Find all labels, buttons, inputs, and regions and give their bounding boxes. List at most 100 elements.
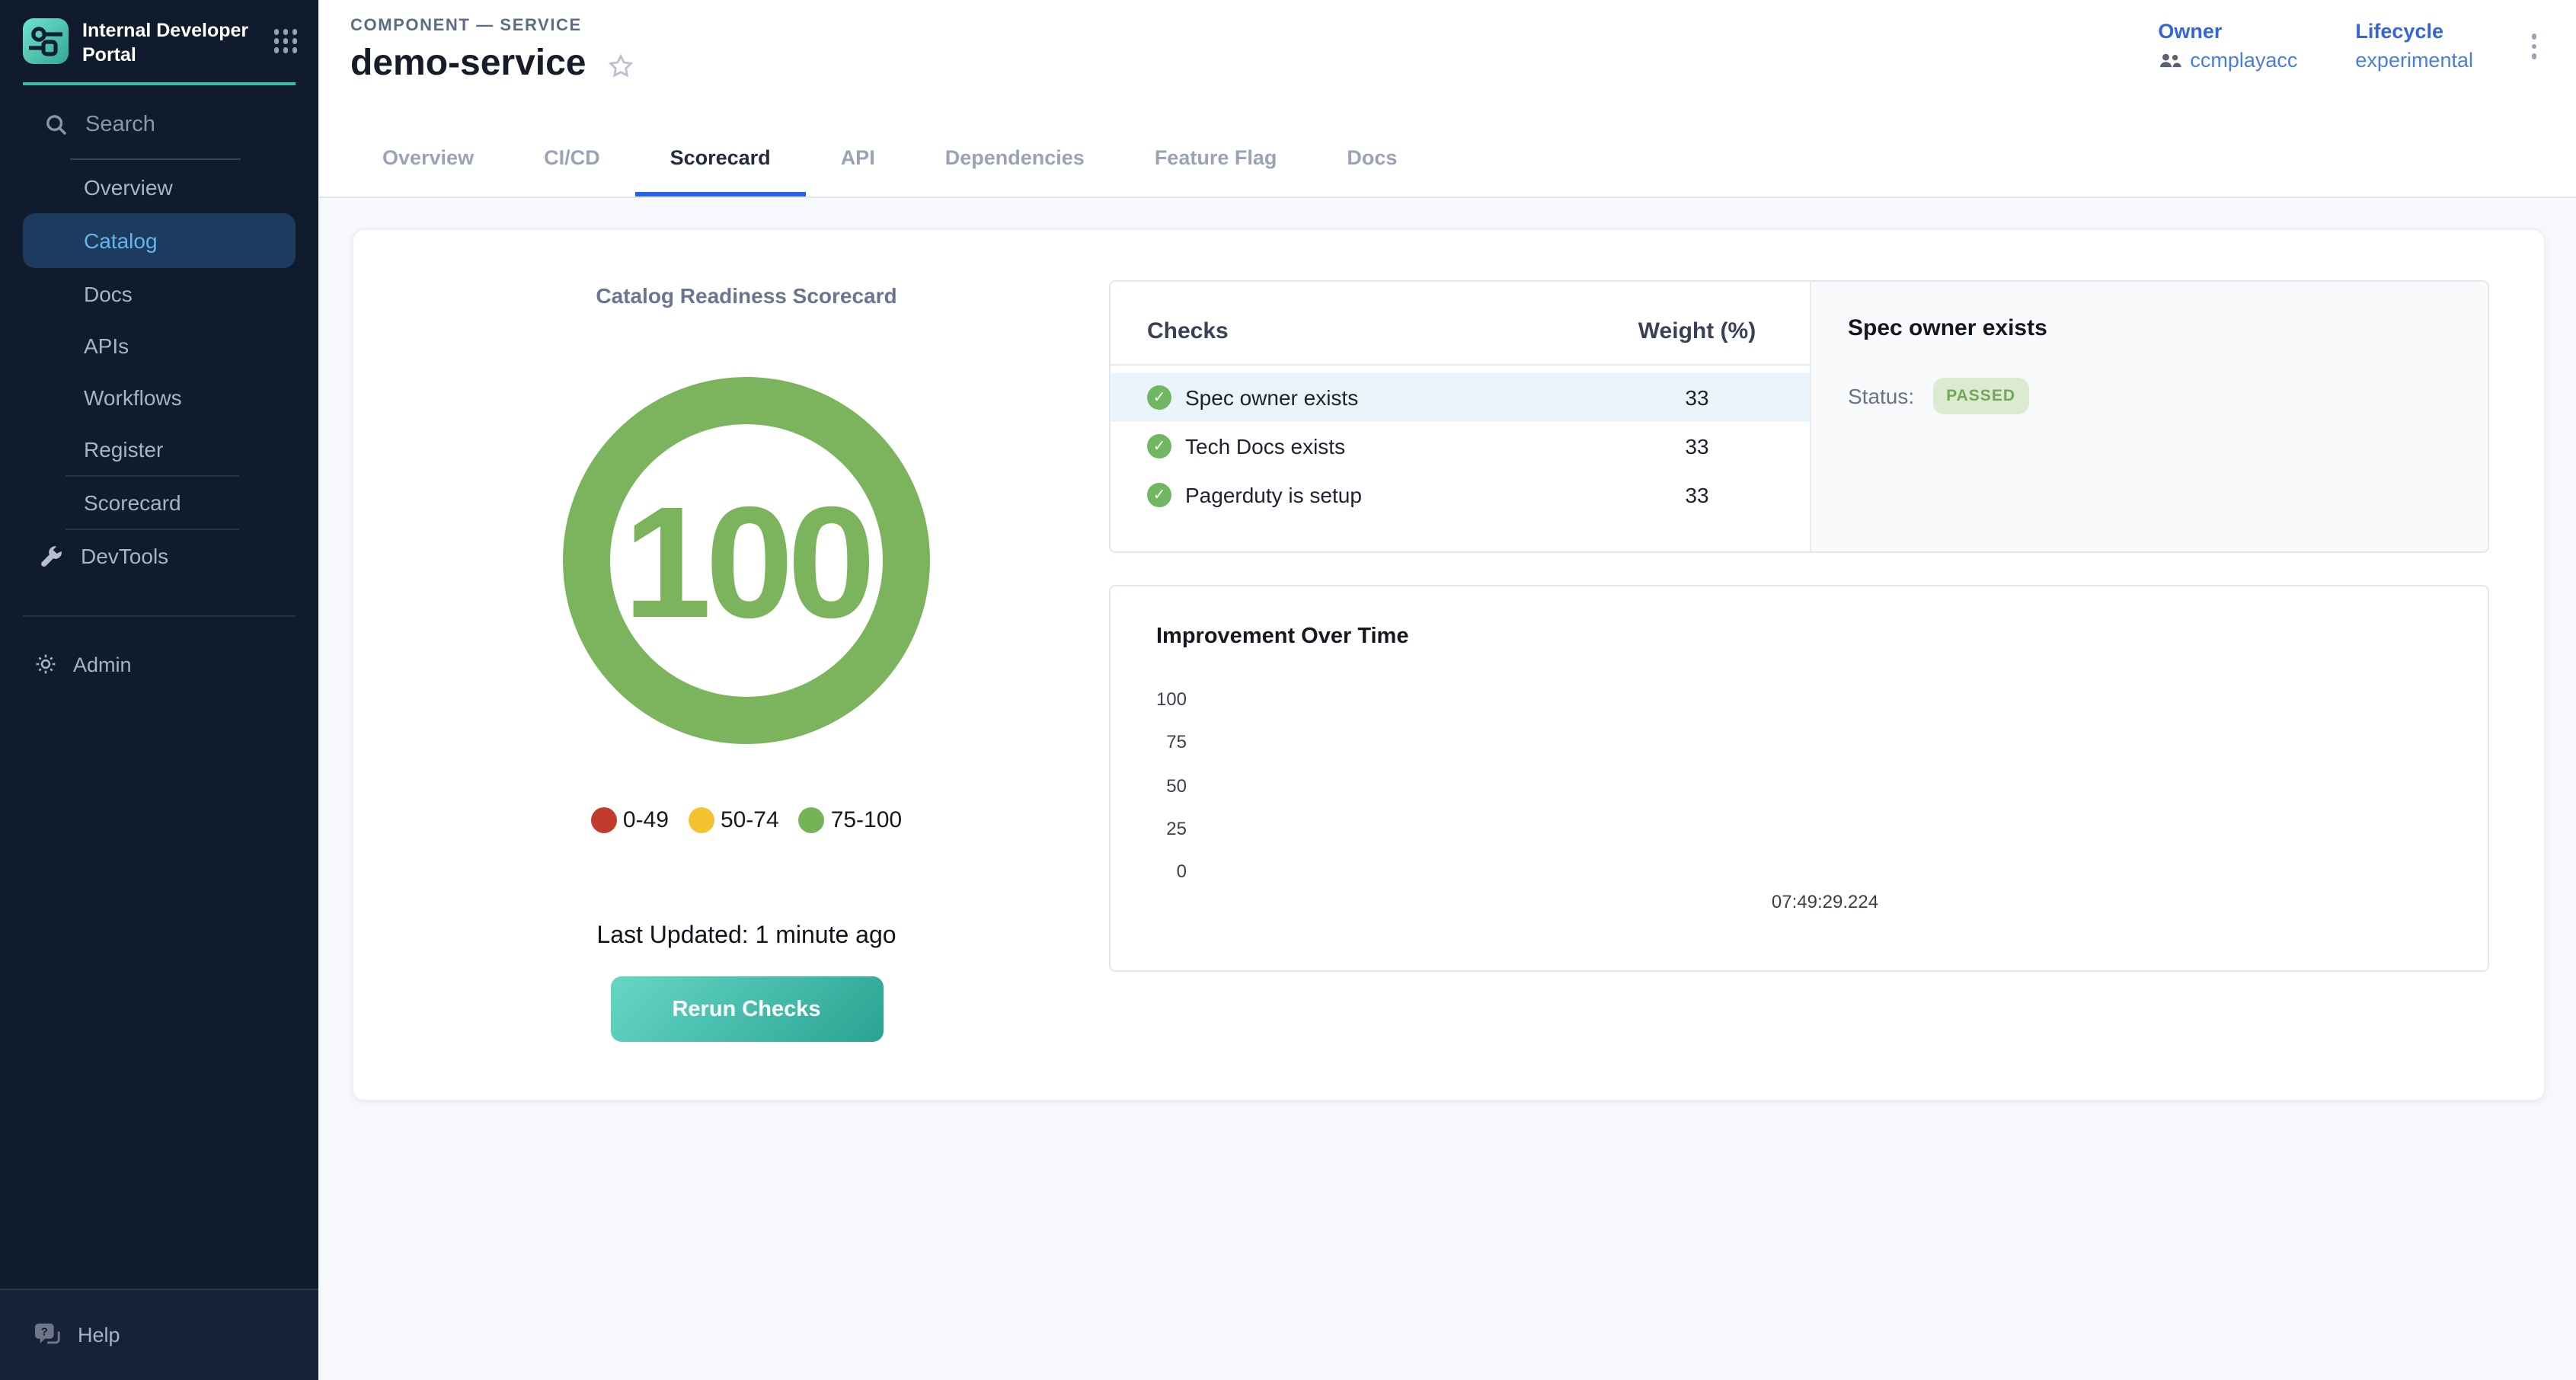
portal-title: Internal Developer Portal bbox=[82, 18, 260, 68]
check-weight: 33 bbox=[1601, 434, 1793, 458]
main-area: COMPONENT — SERVICE demo-service Owner bbox=[318, 0, 2576, 1380]
sidebar-item-register[interactable]: Register bbox=[0, 424, 318, 476]
gear-icon bbox=[34, 653, 58, 677]
check-passed-icon bbox=[1147, 385, 1171, 410]
tab-scorecard[interactable]: Scorecard bbox=[635, 114, 806, 196]
table-row-pagerduty[interactable]: Pagerduty is setup 33 bbox=[1111, 471, 1810, 519]
check-name: Pagerduty is setup bbox=[1185, 483, 1362, 507]
tab-docs[interactable]: Docs bbox=[1312, 114, 1432, 196]
column-header-checks: Checks bbox=[1147, 318, 1601, 344]
status-badge: PASSED bbox=[1932, 378, 2029, 414]
y-axis-tick: 0 bbox=[1132, 861, 1187, 882]
scorecard-title: Catalog Readiness Scorecard bbox=[384, 283, 1109, 308]
check-name: Spec owner exists bbox=[1185, 385, 1358, 410]
portal-logo-icon[interactable] bbox=[23, 18, 69, 64]
favorite-star-icon[interactable] bbox=[606, 51, 635, 80]
help-label: Help bbox=[78, 1324, 120, 1346]
rerun-checks-button[interactable]: Rerun Checks bbox=[610, 976, 883, 1042]
legend-item-mid: 50-74 bbox=[689, 807, 779, 833]
sidebar-item-scorecard[interactable]: Scorecard bbox=[0, 478, 318, 529]
check-weight: 33 bbox=[1601, 385, 1793, 410]
sidebar-item-overview[interactable]: Overview bbox=[0, 162, 318, 214]
sidebar-item-label: APIs bbox=[84, 334, 129, 359]
tab-api[interactable]: API bbox=[806, 114, 910, 196]
lifecycle-block: Lifecycle experimental bbox=[2355, 20, 2473, 72]
tab-dependencies[interactable]: Dependencies bbox=[910, 114, 1120, 196]
wrench-icon bbox=[40, 545, 62, 568]
legend-dot-red bbox=[591, 807, 617, 833]
score-value: 100 bbox=[623, 474, 869, 651]
sidebar-item-admin[interactable]: Admin bbox=[0, 640, 318, 689]
sidebar-item-devtools[interactable]: DevTools bbox=[0, 531, 318, 583]
content-area: Catalog Readiness Scorecard 100 0-49 bbox=[318, 198, 2576, 1380]
check-detail-title: Spec owner exists bbox=[1848, 315, 2451, 341]
sidebar-item-label: Docs bbox=[84, 283, 133, 307]
sidebar-item-label: Workflows bbox=[84, 386, 182, 410]
app-root: Internal Developer Portal Overview Catal… bbox=[0, 0, 2576, 1380]
tab-cicd[interactable]: CI/CD bbox=[509, 114, 635, 196]
owner-label[interactable]: Owner bbox=[2158, 20, 2297, 43]
table-row-spec-owner[interactable]: Spec owner exists 33 bbox=[1111, 373, 1810, 422]
sidebar-item-label: DevTools bbox=[81, 545, 168, 569]
sidebar-item-label: Register bbox=[84, 438, 163, 462]
score-column: Catalog Readiness Scorecard 100 0-49 bbox=[353, 230, 1109, 1100]
legend-item-high: 75-100 bbox=[799, 807, 902, 833]
users-icon bbox=[2158, 52, 2181, 69]
sidebar-header: Internal Developer Portal bbox=[0, 0, 318, 83]
checks-column: Checks Weight (%) Spec owner exists 33 bbox=[1109, 230, 2544, 1100]
x-axis-tick: 07:49:29.224 bbox=[1772, 891, 1878, 912]
sidebar-help[interactable]: ? Help bbox=[0, 1289, 318, 1380]
scorecard-card: Catalog Readiness Scorecard 100 0-49 bbox=[352, 228, 2546, 1101]
status-label: Status: bbox=[1848, 384, 1914, 408]
improvement-chart-card: Improvement Over Time 100 75 50 25 0 07:… bbox=[1109, 585, 2489, 972]
sidebar-item-label: Catalog bbox=[84, 229, 158, 254]
sidebar-search[interactable] bbox=[0, 86, 318, 139]
page-title: demo-service bbox=[350, 43, 586, 85]
y-axis-tick: 100 bbox=[1132, 688, 1187, 710]
legend-dot-green bbox=[799, 807, 825, 833]
sidebar-item-docs[interactable]: Docs bbox=[0, 269, 318, 321]
sidebar-item-label: Scorecard bbox=[84, 491, 181, 516]
checks-table: Checks Weight (%) Spec owner exists 33 bbox=[1111, 282, 1810, 551]
owner-value: ccmplayacc bbox=[2190, 49, 2297, 72]
breadcrumb: COMPONENT — SERVICE bbox=[350, 17, 635, 35]
column-header-weight: Weight (%) bbox=[1601, 318, 1793, 344]
y-axis-tick: 25 bbox=[1132, 818, 1187, 839]
y-axis-tick: 50 bbox=[1132, 775, 1187, 797]
entity-header-left: COMPONENT — SERVICE demo-service bbox=[350, 0, 635, 114]
check-detail-panel: Spec owner exists Status: PASSED bbox=[1810, 282, 2488, 551]
search-input[interactable] bbox=[82, 112, 250, 139]
search-underline bbox=[70, 159, 241, 161]
sidebar-spacer bbox=[0, 689, 318, 1289]
tab-overview[interactable]: Overview bbox=[347, 114, 509, 196]
tab-feature-flag[interactable]: Feature Flag bbox=[1120, 114, 1312, 196]
sidebar-item-workflows[interactable]: Workflows bbox=[0, 372, 318, 424]
check-passed-icon bbox=[1147, 434, 1171, 458]
check-weight: 33 bbox=[1601, 483, 1793, 507]
sidebar-item-label: Overview bbox=[84, 176, 173, 200]
lifecycle-label[interactable]: Lifecycle bbox=[2355, 20, 2473, 43]
checks-and-detail-row: Checks Weight (%) Spec owner exists 33 bbox=[1109, 280, 2489, 553]
sidebar-nav: Overview Catalog Docs APIs Workflows Reg… bbox=[0, 162, 318, 583]
legend-dot-yellow bbox=[689, 807, 714, 833]
entity-tabs: Overview CI/CD Scorecard API Dependencie… bbox=[318, 114, 2576, 198]
apps-grid-icon[interactable] bbox=[273, 29, 297, 53]
entity-header-right: Owner ccmplayacc bbox=[2158, 0, 2536, 114]
table-row-tech-docs[interactable]: Tech Docs exists 33 bbox=[1111, 422, 1810, 471]
help-icon: ? bbox=[34, 1321, 62, 1349]
sidebar-item-apis[interactable]: APIs bbox=[0, 321, 318, 372]
kebab-menu-icon[interactable] bbox=[2531, 20, 2536, 59]
sidebar-section-divider bbox=[23, 616, 296, 618]
owner-link[interactable]: ccmplayacc bbox=[2158, 49, 2297, 72]
entity-header: COMPONENT — SERVICE demo-service Owner bbox=[318, 0, 2576, 114]
score-legend: 0-49 50-74 75-100 bbox=[384, 807, 1109, 833]
checks-table-header: Checks Weight (%) bbox=[1111, 282, 1810, 366]
check-name: Tech Docs exists bbox=[1185, 434, 1345, 458]
sidebar-item-catalog[interactable]: Catalog bbox=[23, 214, 296, 269]
sidebar: Internal Developer Portal Overview Catal… bbox=[0, 0, 318, 1380]
search-icon bbox=[44, 113, 69, 138]
admin-label: Admin bbox=[73, 653, 132, 676]
y-axis-tick: 75 bbox=[1132, 731, 1187, 752]
last-updated-text: Last Updated: 1 minute ago bbox=[384, 923, 1109, 950]
check-passed-icon bbox=[1147, 483, 1171, 507]
